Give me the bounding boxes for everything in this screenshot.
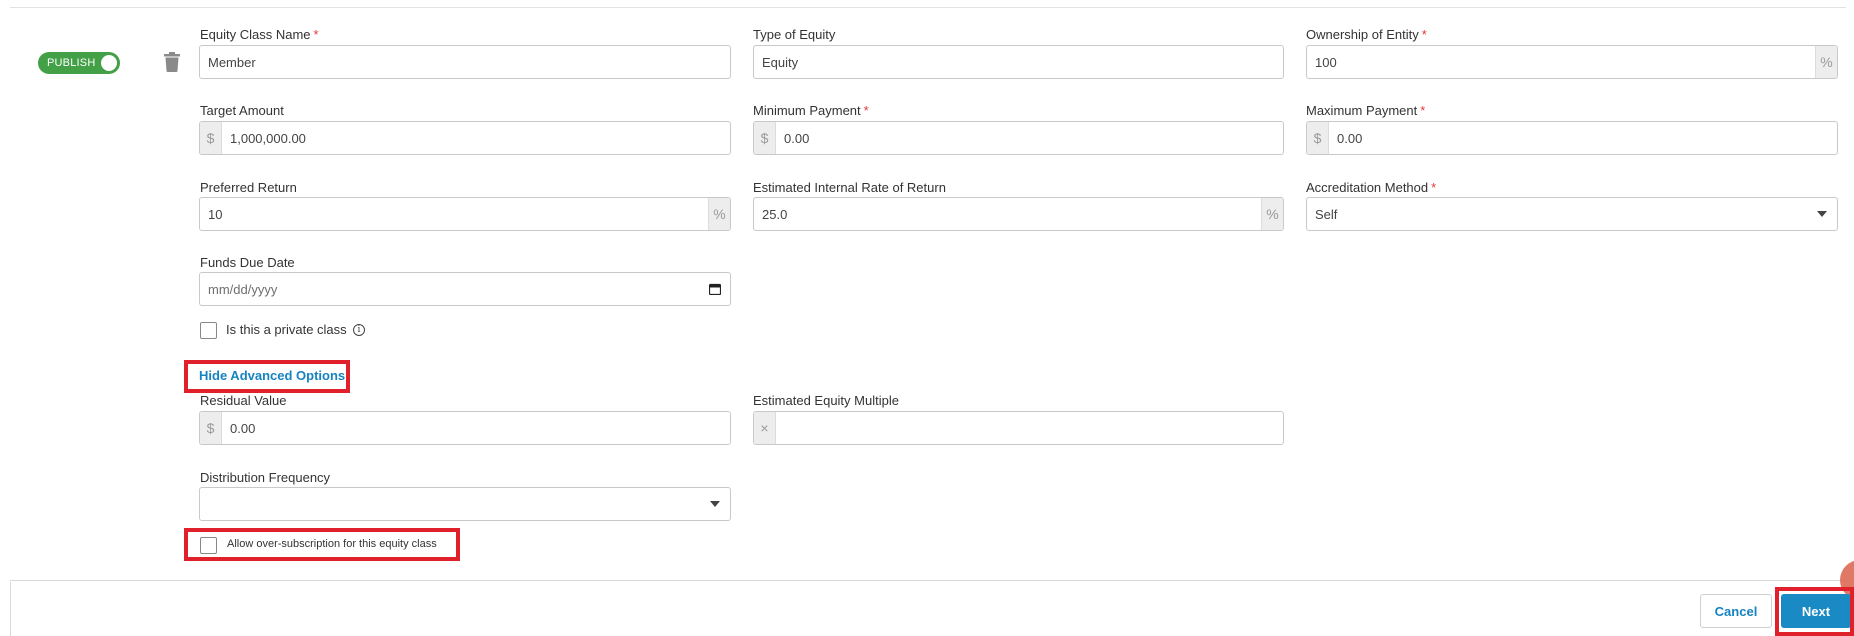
ownership-of-entity-input[interactable]: 100 % xyxy=(1306,45,1838,79)
equity-class-name-input[interactable]: Member xyxy=(199,45,731,79)
private-class-checkbox[interactable] xyxy=(200,322,217,339)
info-icon[interactable]: i xyxy=(353,324,365,336)
accreditation-method-label: Accreditation Method * xyxy=(1306,180,1437,195)
cancel-button[interactable]: Cancel xyxy=(1700,594,1772,628)
percent-suffix: % xyxy=(708,198,730,230)
calendar-icon[interactable] xyxy=(700,273,730,305)
estimated-equity-multiple-input[interactable]: × xyxy=(753,411,1284,445)
equity-class-name-label: Equity Class Name * xyxy=(200,27,319,42)
type-of-equity-label: Type of Equity xyxy=(753,27,836,42)
private-class-label: Is this a private class xyxy=(226,322,347,337)
bottom-divider xyxy=(10,580,1846,581)
residual-value-label: Residual Value xyxy=(200,393,287,408)
publish-toggle[interactable]: PUBLISH xyxy=(38,52,120,74)
chevron-down-icon xyxy=(1807,198,1837,230)
highlight-box xyxy=(184,360,350,393)
target-amount-label: Target Amount xyxy=(200,103,284,118)
distribution-frequency-select[interactable] xyxy=(199,487,731,521)
target-amount-value: 1,000,000.00 xyxy=(230,130,306,146)
type-of-equity-value: Equity xyxy=(762,54,799,70)
target-amount-input[interactable]: $ 1,000,000.00 xyxy=(199,121,731,155)
accreditation-method-value: Self xyxy=(1315,206,1338,222)
top-divider xyxy=(10,7,1846,8)
preferred-return-value: 10 xyxy=(208,206,223,222)
percent-suffix: % xyxy=(1261,198,1283,230)
dollar-prefix: $ xyxy=(754,122,776,154)
highlight-box xyxy=(1775,587,1854,636)
maximum-payment-input[interactable]: $ 0.00 xyxy=(1306,121,1838,155)
funds-due-date-input[interactable]: mm/dd/yyyy xyxy=(199,272,731,306)
distribution-frequency-label: Distribution Frequency xyxy=(200,470,331,485)
dollar-prefix: $ xyxy=(200,412,222,444)
preferred-return-label: Preferred Return xyxy=(200,180,297,195)
estimated-irr-value: 25.0 xyxy=(762,206,788,222)
percent-suffix: % xyxy=(1815,46,1837,78)
residual-value-input[interactable]: $ 0.00 xyxy=(199,411,731,445)
toggle-knob xyxy=(101,55,117,71)
left-divider xyxy=(10,582,11,636)
minimum-payment-value: 0.00 xyxy=(784,130,810,146)
ownership-of-entity-label: Ownership of Entity * xyxy=(1306,27,1427,42)
preferred-return-input[interactable]: 10 % xyxy=(199,197,731,231)
estimated-irr-label: Estimated Internal Rate of Return xyxy=(753,180,946,195)
multiply-prefix: × xyxy=(754,412,776,444)
estimated-irr-input[interactable]: 25.0 % xyxy=(753,197,1284,231)
equity-class-name-value: Member xyxy=(208,54,256,70)
minimum-payment-input[interactable]: $ 0.00 xyxy=(753,121,1284,155)
estimated-equity-multiple-label: Estimated Equity Multiple xyxy=(753,393,899,408)
publish-toggle-label: PUBLISH xyxy=(47,57,96,69)
funds-due-date-placeholder: mm/dd/yyyy xyxy=(208,281,278,297)
estimated-equity-multiple-value xyxy=(776,412,1283,444)
accreditation-method-select[interactable]: Self xyxy=(1306,197,1838,231)
dollar-prefix: $ xyxy=(200,122,222,154)
maximum-payment-label: Maximum Payment * xyxy=(1306,103,1426,118)
trash-icon[interactable] xyxy=(163,52,181,72)
residual-value-value: 0.00 xyxy=(230,420,256,436)
distribution-frequency-value xyxy=(200,488,700,520)
highlight-box xyxy=(184,528,460,561)
type-of-equity-input[interactable]: Equity xyxy=(753,45,1284,79)
maximum-payment-value: 0.00 xyxy=(1337,130,1363,146)
ownership-of-entity-value: 100 xyxy=(1315,54,1337,70)
funds-due-date-label: Funds Due Date xyxy=(200,255,295,270)
dollar-prefix: $ xyxy=(1307,122,1329,154)
minimum-payment-label: Minimum Payment * xyxy=(753,103,869,118)
chevron-down-icon xyxy=(700,488,730,520)
